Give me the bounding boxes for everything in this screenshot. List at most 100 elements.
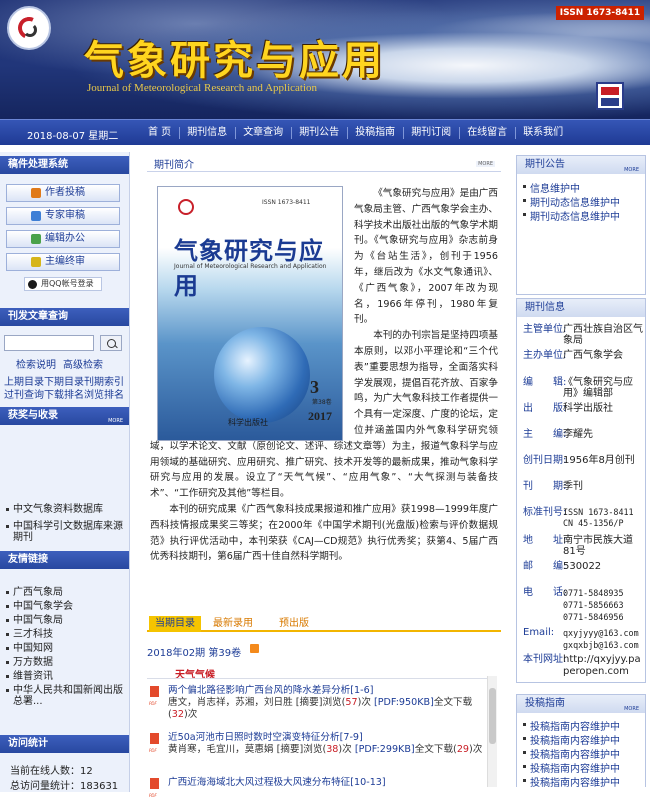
journal-cover-image: ISSN 1673-8411 气象研究与应用 Journal of Meteor… [157, 186, 343, 441]
postcode-value: 530022 [563, 561, 602, 572]
friend-links-header: 友情链接 [0, 551, 129, 569]
info-label: 邮 编: [523, 561, 567, 572]
email-value[interactable]: qxyjyyy@163.com gxqxbjb@163.com [563, 627, 645, 651]
info-label: 标准刊号: [523, 507, 567, 518]
nav-announcements[interactable]: 期刊公告 [291, 120, 347, 146]
article-search-input[interactable] [4, 335, 94, 351]
notice-header: 期刊公告 MORE [517, 156, 645, 174]
chief-review-button[interactable]: 主编终审 [6, 253, 120, 271]
rss-icon[interactable] [250, 644, 259, 653]
current-date: 2018-08-07 星期二 [27, 131, 119, 142]
info-label: 刊 期: [523, 481, 567, 492]
info-label: 主管单位: [523, 324, 567, 335]
pdf-link[interactable]: [PDF:950KB] [374, 697, 434, 708]
stats-header: 访问统计 [0, 735, 129, 753]
guide-item[interactable]: 投稿指南内容维护中 [523, 760, 620, 775]
manuscript-system-header: 稿件处理系统 [0, 156, 129, 174]
friend-link[interactable]: 中国气象局 [6, 615, 126, 626]
friend-link[interactable]: 中国知网 [6, 643, 126, 654]
awards-header: 获奖与收录 MORE [0, 407, 129, 425]
notice-item[interactable]: 期刊动态信息维护中 [523, 208, 620, 223]
guide-item[interactable]: 投稿指南内容维护中 [523, 732, 620, 747]
notice-more-link[interactable]: MORE [624, 161, 639, 179]
abstract-link[interactable]: [摘要]浏览( [277, 744, 327, 755]
friend-link[interactable]: 中华人民共和国新闻出版总署... [6, 685, 126, 707]
friend-link[interactable]: 中国气象学会 [6, 601, 126, 612]
nav-journal-info[interactable]: 期刊信息 [179, 120, 235, 146]
info-label: 地 址: [523, 535, 567, 546]
award-item[interactable]: 中文气象资料数据库 [6, 504, 126, 515]
cover-logo [178, 199, 194, 215]
archive-ranking-links[interactable]: 过刊查询下载排名浏览排名 [4, 386, 124, 401]
nav-contact[interactable]: 联系我们 [515, 120, 571, 146]
friend-link[interactable]: 三才科技 [6, 629, 126, 640]
nav-submission-guide[interactable]: 投稿指南 [347, 120, 403, 146]
info-value: 李耀先 [563, 429, 593, 440]
friend-link[interactable]: 万方数据 [6, 657, 126, 668]
editor-icon [31, 234, 41, 244]
submission-guide-panel: 投稿指南 MORE 投稿指南内容维护中 投稿指南内容维护中 投稿指南内容维护中 投… [516, 694, 646, 789]
award-item[interactable]: 中国科学引文数据库来源期刊 [6, 521, 126, 543]
nav-subscription[interactable]: 期刊订阅 [403, 120, 459, 146]
guide-item[interactable]: 投稿指南内容维护中 [523, 746, 620, 761]
info-label: 本刊网址: [523, 654, 567, 665]
intro-more-link[interactable]: MORE [476, 161, 495, 167]
issue-tabs: 当期目录 最新录用 预出版 [147, 616, 501, 632]
chief-editor-icon [31, 257, 41, 267]
notice-item[interactable]: 期刊动态信息维护中 [523, 194, 620, 209]
info-label: 出 版: [523, 403, 567, 414]
tab-current-issue[interactable]: 当期目录 [149, 616, 201, 632]
info-value: 广西壮族自治区气象局 [563, 324, 643, 346]
search-header: 刊发文章查询 [0, 308, 129, 326]
awards-more-link[interactable]: MORE [108, 412, 123, 430]
expert-review-button[interactable]: 专家审稿 [6, 207, 120, 225]
article-list-scrollbar[interactable] [487, 676, 497, 787]
guide-more-link[interactable]: MORE [624, 700, 639, 718]
abstract-link[interactable]: [摘要]浏览( [296, 697, 346, 708]
journal-logo [7, 6, 51, 50]
pdf-icon[interactable] [149, 686, 159, 710]
article-authors: 黄肖寒，毛宜川，莫惠娟 [168, 744, 274, 755]
article-title[interactable]: 近50a河池市日照时数时空演变特征分析 [168, 732, 340, 743]
issn-cn-value: ISSN 1673-8411 CN 45-1356/P [563, 507, 634, 528]
editor-office-button[interactable]: 编辑办公 [6, 230, 120, 248]
author-submit-button[interactable]: 作者投稿 [6, 184, 120, 202]
total-visits: 总访问量统计：183631 [10, 781, 119, 792]
tab-latest-accepted[interactable]: 最新录用 [207, 616, 259, 632]
info-label: 创刊日期: [523, 455, 567, 466]
info-value: 科学出版社 [563, 403, 613, 414]
website-link[interactable]: http://qxyjyy.paperopen.com [563, 654, 645, 678]
article-title[interactable]: 广西近海海域北大风过程极大风速分布特征 [168, 777, 350, 788]
guide-header: 投稿指南 MORE [517, 695, 645, 713]
scrollbar-thumb[interactable] [489, 688, 496, 744]
intro-header: 期刊简介 MORE [147, 156, 501, 172]
notice-item[interactable]: 信息维护中 [523, 180, 580, 195]
advanced-search-link[interactable]: 高级检索 [63, 356, 103, 371]
nav-home[interactable]: 首 页 [140, 120, 179, 146]
article-title[interactable]: 两个偏北路径影响广西台风的降水差异分析 [168, 685, 350, 696]
article-item: 两个偏北路径影响广西台风的降水差异分析[1-6] 唐文，肖志祥，苏湘，刘日胜 [… [147, 685, 487, 721]
article-item: 近50a河池市日照时数时空演变特征分析[7-9] 黄肖寒，毛宜川，莫惠娟 [摘要… [147, 732, 487, 757]
info-label: 主办单位: [523, 350, 567, 361]
journal-title: 气象研究与应用 [84, 37, 385, 84]
expert-icon [31, 211, 41, 221]
online-count: 当前在线人数：12 [10, 766, 93, 777]
publisher-logo [596, 82, 624, 110]
main-nav: 2018-08-07 星期二 首 页 期刊信息 文章查询 期刊公告 投稿指南 期… [0, 119, 650, 145]
tab-preprint[interactable]: 预出版 [273, 616, 315, 632]
pdf-icon[interactable] [149, 733, 159, 757]
divider [147, 678, 487, 679]
notice-panel: 期刊公告 MORE 信息维护中 期刊动态信息维护中 期刊动态信息维护中 [516, 155, 646, 295]
search-help-link[interactable]: 检索说明 [16, 356, 56, 371]
nav-online-message[interactable]: 在线留言 [459, 120, 515, 146]
nav-article-search[interactable]: 文章查询 [235, 120, 291, 146]
qq-login-button[interactable]: 用QQ帐号登录 [24, 277, 102, 291]
search-button[interactable] [100, 335, 122, 351]
friend-link[interactable]: 维普资讯 [6, 671, 126, 682]
pdf-icon[interactable] [149, 778, 159, 802]
journal-title-english: Journal of Meteorological Research and A… [87, 82, 318, 94]
cover-globe [214, 327, 310, 423]
friend-link[interactable]: 广西气象局 [6, 587, 126, 598]
pdf-link[interactable]: [PDF:299KB] [355, 744, 415, 755]
guide-item[interactable]: 投稿指南内容维护中 [523, 718, 620, 733]
